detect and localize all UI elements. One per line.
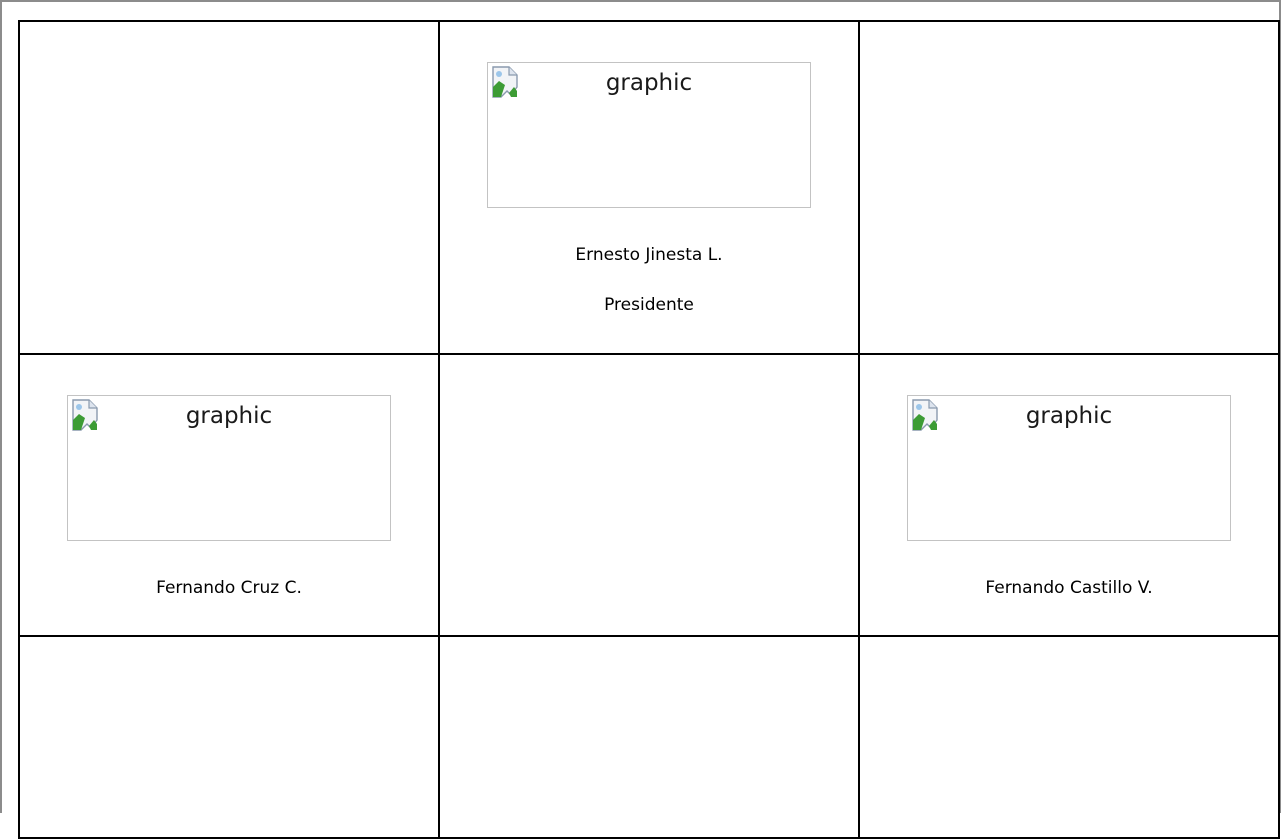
signature-image: graphic xyxy=(907,395,1231,541)
table-cell-empty xyxy=(18,635,440,839)
table-cell-empty xyxy=(858,635,1280,839)
signatory-name: Ernesto Jinesta L. xyxy=(575,245,723,265)
table-cell-empty xyxy=(18,20,440,355)
table-cell-empty xyxy=(858,20,1280,355)
table-row: graphic Fernando Cruz C. graphic Fernand… xyxy=(18,353,1280,637)
image-alt-text: graphic xyxy=(185,403,273,429)
signatory-name: Fernando Cruz C. xyxy=(156,578,302,598)
signature-cell-right: graphic Fernando Castillo V. xyxy=(858,353,1280,637)
image-alt-text: graphic xyxy=(605,70,693,96)
signature-cell-president: graphic Ernesto Jinesta L. Presidente xyxy=(438,20,860,355)
table-row xyxy=(18,635,1280,839)
signature-image: graphic xyxy=(487,62,811,208)
signature-cell-left: graphic Fernando Cruz C. xyxy=(18,353,440,637)
signatory-name: Fernando Castillo V. xyxy=(985,578,1153,598)
signature-image: graphic xyxy=(67,395,391,541)
table-row: graphic Ernesto Jinesta L. Presidente xyxy=(18,20,1280,355)
signature-table: graphic Ernesto Jinesta L. Presidente gr… xyxy=(18,20,1280,839)
table-cell-empty xyxy=(438,635,860,839)
image-alt-text: graphic xyxy=(1025,403,1113,429)
table-cell-empty xyxy=(438,353,860,637)
signatory-role: Presidente xyxy=(604,295,694,315)
